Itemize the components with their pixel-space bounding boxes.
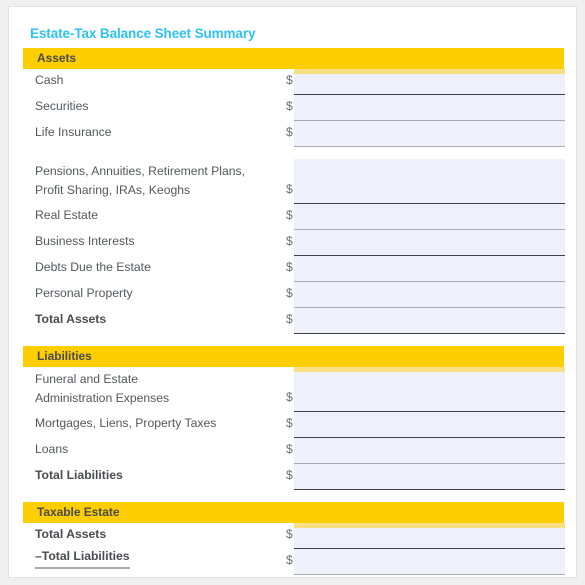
section-header-liabilities-label: Liabilities (37, 349, 92, 363)
table-row-taxable-total-assets: Total Assets $ (23, 523, 565, 549)
form-card: Estate-Tax Balance Sheet Summary Assets … (8, 6, 577, 578)
amount-input-total-liabilities[interactable] (294, 464, 565, 490)
table-row-cash: Cash $ (23, 69, 565, 95)
row-label-personal-property: Personal Property (35, 286, 133, 300)
amount-input-taxable-total-assets[interactable] (294, 523, 565, 549)
page-title: Estate-Tax Balance Sheet Summary (30, 26, 256, 41)
row-label-life-insurance: Life Insurance (35, 125, 112, 139)
amount-input-debts-due-estate[interactable] (294, 256, 565, 282)
amount-input-funeral-expenses[interactable] (294, 367, 565, 412)
currency-symbol: $ (286, 416, 293, 430)
table-row-total-liabilities: Total Liabilities $ (23, 464, 565, 490)
section-spacer (23, 334, 564, 346)
table-row-debts-due-estate: Debts Due the Estate $ (23, 256, 565, 282)
table-row-securities: Securities $ (23, 95, 565, 121)
section-header-taxable-estate: Taxable Estate (23, 502, 564, 523)
currency-symbol: $ (286, 553, 293, 567)
table-row-life-insurance: Life Insurance $ (23, 121, 565, 147)
amount-input-securities[interactable] (294, 95, 565, 121)
row-label-business-interests: Business Interests (35, 234, 135, 248)
currency-symbol: $ (286, 527, 293, 541)
table-row-funeral-expenses: Funeral and Estate Administration Expense… (23, 367, 565, 412)
row-label-cash: Cash (35, 73, 64, 87)
currency-symbol: $ (286, 125, 293, 139)
amount-input-personal-property[interactable] (294, 282, 565, 308)
section-spacer (23, 147, 564, 159)
table-row-mortgages: Mortgages, Liens, Property Taxes $ (23, 412, 565, 438)
section-spacer (23, 490, 564, 502)
table-row-business-interests: Business Interests $ (23, 230, 565, 256)
row-label-pensions-line1: Pensions, Annuities, Retirement Plans, (35, 164, 246, 178)
amount-input-life-insurance[interactable] (294, 121, 565, 147)
row-label-total-liabilities: Total Liabilities (35, 468, 123, 482)
table-row-personal-property: Personal Property $ (23, 282, 565, 308)
row-label-securities: Securities (35, 99, 89, 113)
row-label-mortgages: Mortgages, Liens, Property Taxes (35, 416, 217, 430)
amount-input-loans[interactable] (294, 438, 565, 464)
currency-symbol: $ (286, 390, 293, 404)
amount-input-taxable-minus-total-liabilities[interactable] (294, 549, 565, 575)
currency-symbol: $ (286, 99, 293, 113)
currency-symbol: $ (286, 73, 293, 87)
table-row-real-estate: Real Estate $ (23, 204, 565, 230)
section-header-taxable-estate-label: Taxable Estate (37, 505, 120, 519)
currency-symbol: $ (286, 234, 293, 248)
currency-symbol: $ (286, 286, 293, 300)
amount-input-total-assets[interactable] (294, 308, 565, 334)
currency-symbol: $ (286, 182, 293, 196)
row-label-pensions: Pensions, Annuities, Retirement Plans, Pr… (35, 162, 245, 200)
amount-input-real-estate[interactable] (294, 204, 565, 230)
currency-symbol: $ (286, 442, 293, 456)
currency-symbol: $ (286, 260, 293, 274)
amount-input-mortgages[interactable] (294, 412, 565, 438)
row-label-funeral-expenses: Funeral and Estate Administration Expense… (35, 370, 169, 408)
section-header-assets-label: Assets (37, 51, 77, 65)
row-label-debts-due-estate: Debts Due the Estate (35, 260, 151, 274)
amount-input-cash[interactable] (294, 69, 565, 95)
row-label-total-assets: Total Assets (35, 312, 107, 326)
row-label-funeral-expenses-line1: Funeral and Estate (35, 372, 138, 386)
currency-symbol: $ (286, 468, 293, 482)
row-label-funeral-expenses-line2: Administration Expenses (35, 391, 170, 405)
row-label-taxable-total-assets: Total Assets (35, 527, 107, 541)
row-label-pensions-line2: Profit Sharing, IRAs, Keoghs (35, 183, 191, 197)
section-header-assets: Assets (23, 48, 564, 69)
amount-input-business-interests[interactable] (294, 230, 565, 256)
currency-symbol: $ (286, 208, 293, 222)
row-label-taxable-minus-total-liabilities: –Total Liabilities (35, 547, 130, 569)
row-label-loans: Loans (35, 442, 69, 456)
row-label-real-estate: Real Estate (35, 208, 99, 222)
section-header-liabilities: Liabilities (23, 346, 564, 367)
amount-input-pensions[interactable] (294, 159, 565, 204)
currency-symbol: $ (286, 312, 293, 326)
table-row-pensions: Pensions, Annuities, Retirement Plans, Pr… (23, 159, 565, 204)
balance-sheet-table: Assets Cash $ Securities $ Life Insuranc… (9, 48, 576, 575)
table-row-loans: Loans $ (23, 438, 565, 464)
table-row-taxable-minus-total-liabilities: –Total Liabilities $ (23, 547, 565, 575)
table-row-total-assets: Total Assets $ (23, 308, 565, 334)
